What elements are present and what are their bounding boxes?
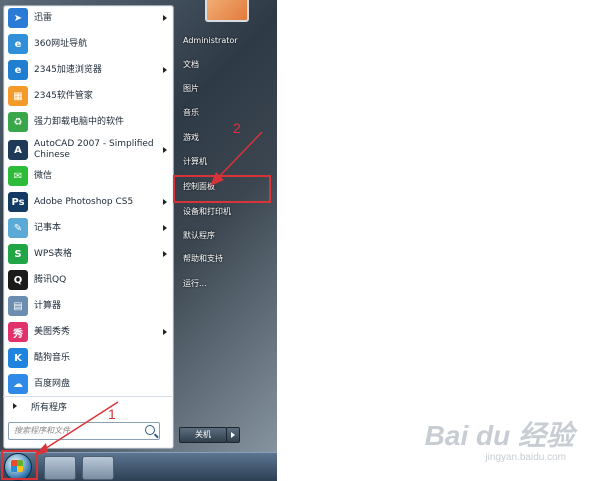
arrow-2-line (213, 131, 263, 183)
annotation-arrows (34, 131, 263, 456)
baidu-watermark: Bai du 经验 (424, 420, 574, 451)
baidu-watermark-url: jingyan.baidu.com (485, 452, 566, 463)
arrow-1-head (34, 443, 48, 456)
arrow-1-line (39, 401, 119, 453)
step-1-label: 1 (108, 406, 116, 422)
step-2-label: 2 (233, 120, 241, 136)
